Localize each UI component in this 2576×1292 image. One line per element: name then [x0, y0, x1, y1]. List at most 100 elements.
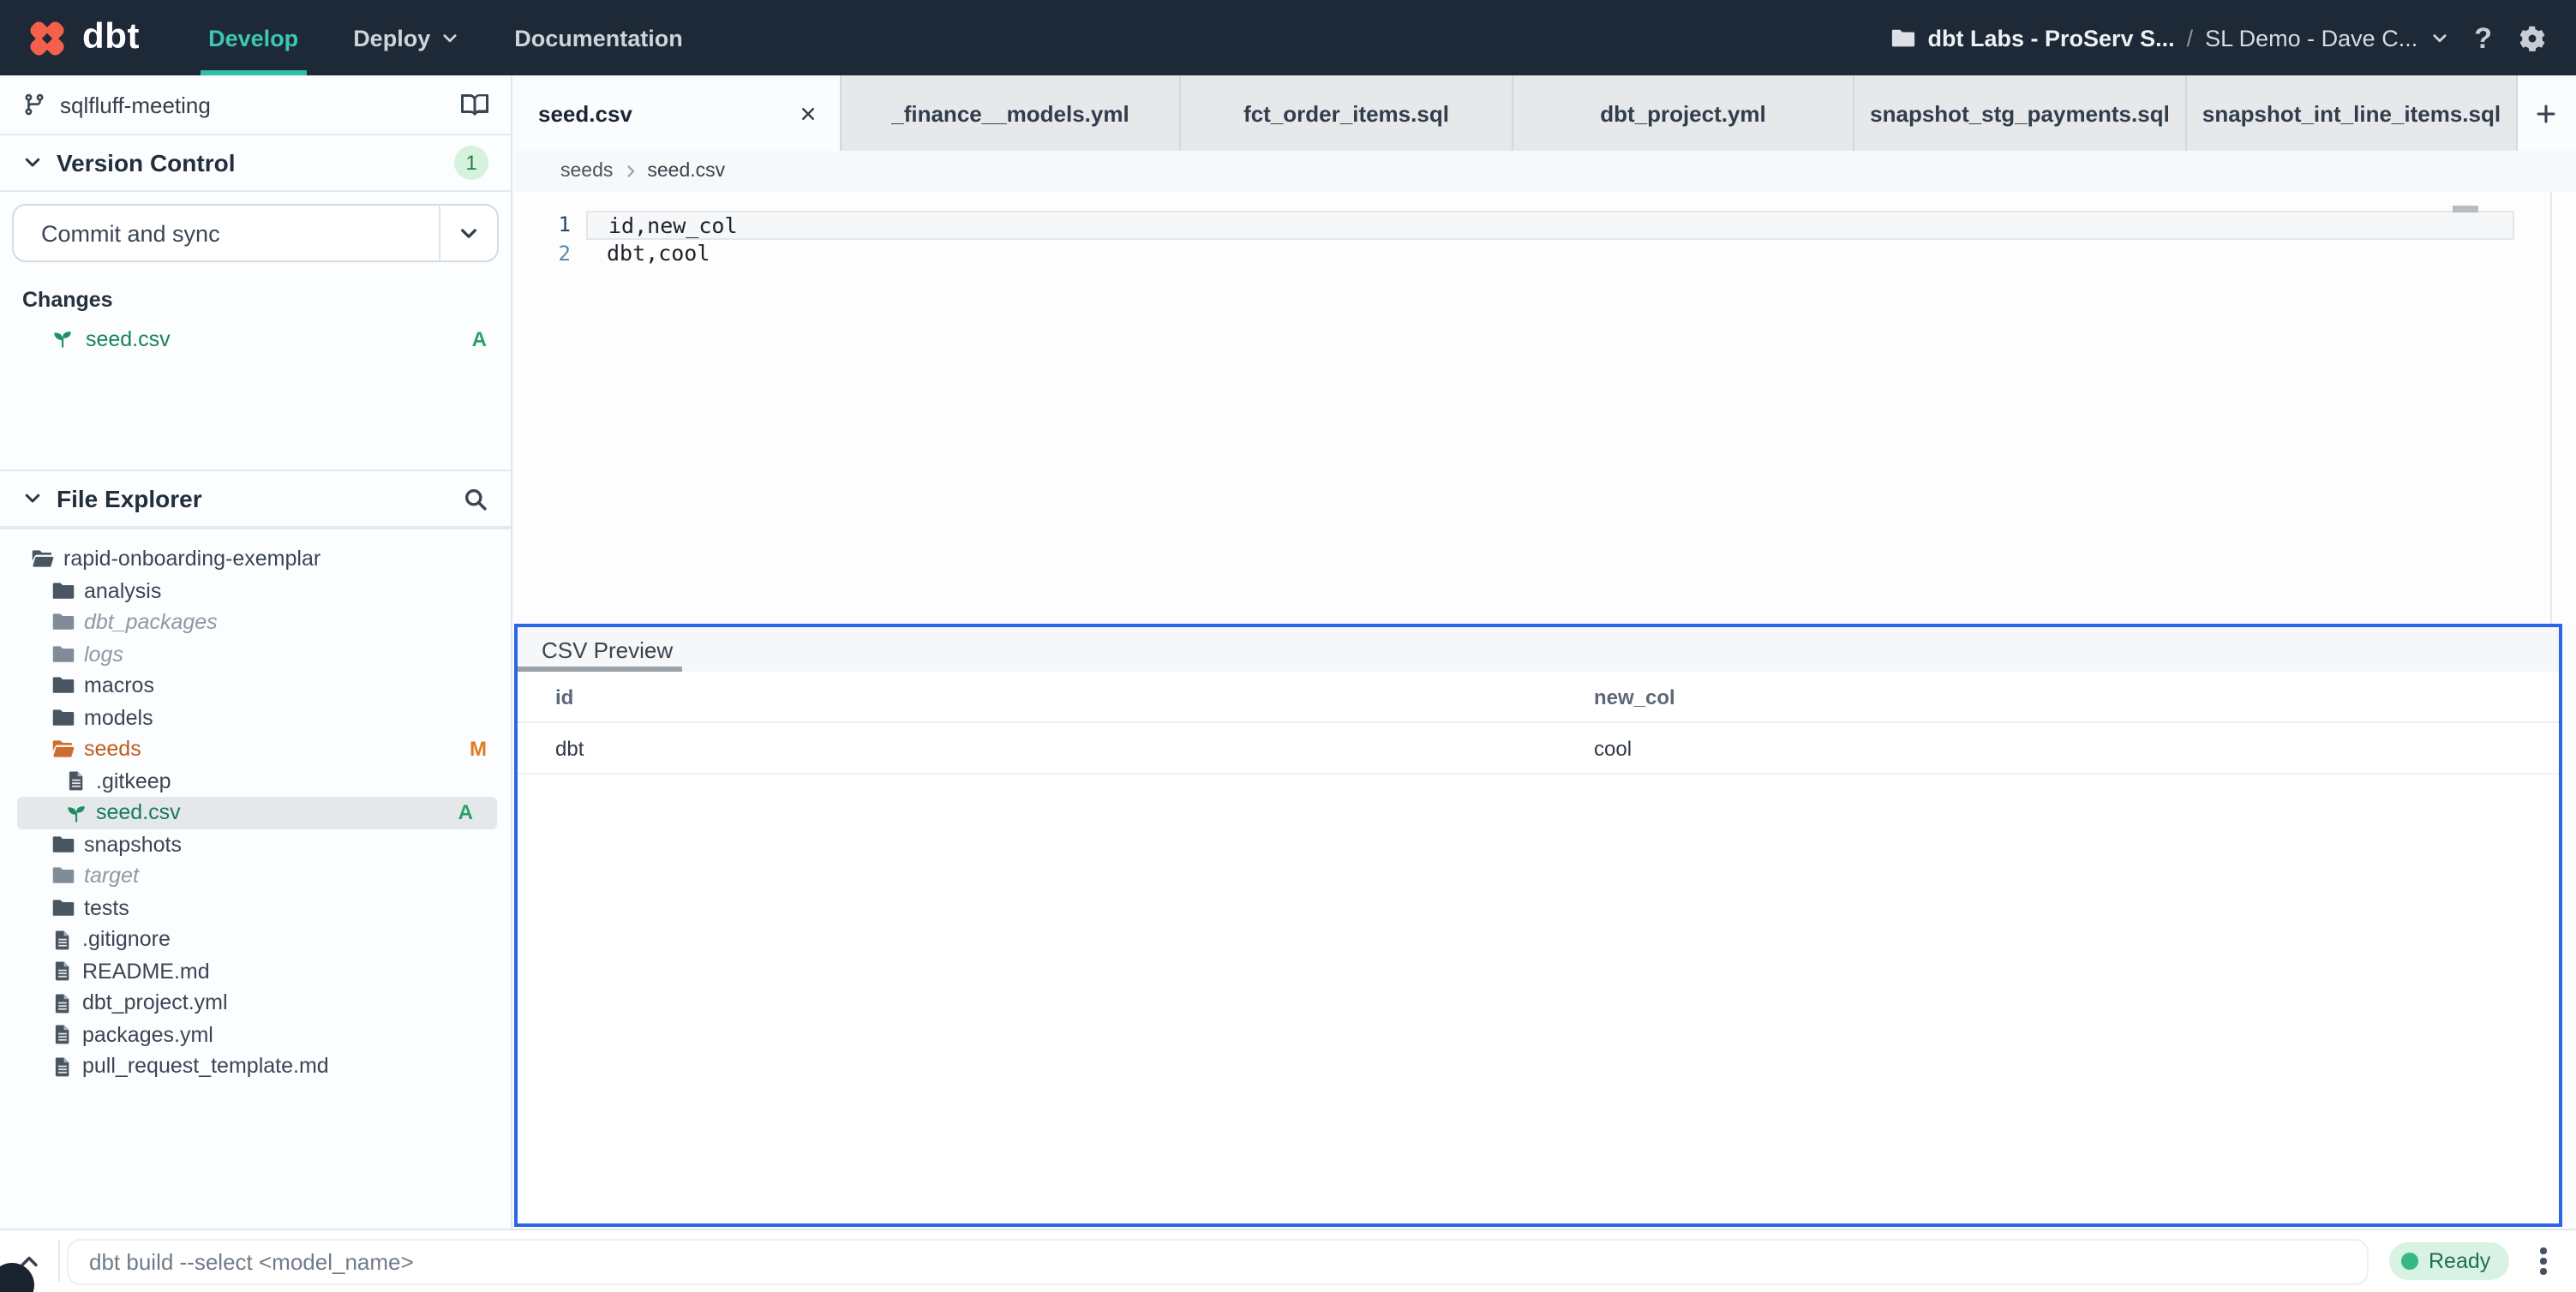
tab-label: fct_order_items.sql — [1243, 100, 1449, 126]
dbt-logo[interactable]: dbt — [0, 15, 157, 61]
file-tree: rapid-onboarding-exemplar analysis dbt_p… — [0, 528, 511, 1229]
commit-options-button[interactable] — [440, 206, 497, 260]
file-icon — [65, 770, 87, 793]
tree-item-label: models — [84, 705, 153, 730]
nav-develop[interactable]: Develop — [181, 0, 326, 75]
tree-item-logs[interactable]: logs — [0, 638, 511, 670]
breadcrumb-part: seed.csv — [647, 161, 726, 182]
tree-item-packages-yml[interactable]: packages.yml — [0, 1019, 511, 1050]
tree-item-analysis[interactable]: analysis — [0, 575, 511, 607]
tree-item-seeds[interactable]: seeds M — [0, 733, 511, 765]
file-explorer-title: File Explorer — [57, 485, 202, 512]
tab-dbt-project-yml[interactable]: dbt_project.yml — [1513, 75, 1854, 151]
line-number: 1 — [558, 212, 571, 236]
tree-item-snapshots[interactable]: snapshots — [0, 828, 511, 860]
tree-item-label: target — [84, 864, 139, 888]
tree-item-label: README.md — [82, 959, 210, 984]
tree-item-models[interactable]: models — [0, 702, 511, 733]
code-editor[interactable]: 1 id,new_col 2 dbt,cool — [514, 192, 2576, 624]
tree-item-label: .gitignore — [82, 927, 171, 952]
chevron-down-icon — [22, 488, 43, 509]
tree-item-seed-csv[interactable]: seed.csv A — [17, 797, 497, 828]
csv-preview-tab-label: CSV Preview — [542, 637, 674, 662]
tree-item-label: seed.csv — [96, 800, 181, 825]
status-dot — [2401, 1253, 2418, 1270]
changes-label: Changes — [22, 288, 113, 312]
git-status-added: A — [458, 800, 473, 825]
settings-button[interactable] — [2518, 23, 2547, 52]
folder-icon — [51, 833, 75, 857]
tree-item-label: dbt_project.yml — [82, 990, 228, 1015]
tree-item-rapid-onboarding-exemplar[interactable]: rapid-onboarding-exemplar — [0, 543, 511, 575]
changes-section: Changes seed.csv A — [0, 272, 511, 470]
folder-icon — [51, 579, 75, 603]
tree-item-readme[interactable]: README.md — [0, 955, 511, 987]
nav-develop-label: Develop — [208, 25, 299, 51]
tree-item-dbt-packages[interactable]: dbt_packages — [0, 607, 511, 638]
commit-split-button: Commit and sync — [12, 204, 499, 262]
close-icon — [799, 104, 818, 123]
tab-snapshot-stg-payments-sql[interactable]: snapshot_stg_payments.sql — [1854, 75, 2187, 151]
branch-selector[interactable]: sqlfluff-meeting — [0, 75, 511, 135]
chevron-down-icon — [2429, 28, 2448, 47]
topbar-right: dbt Labs - ProServ S... / SL Demo - Dave… — [1890, 23, 2576, 52]
folder-icon — [51, 674, 75, 698]
tree-item-macros[interactable]: macros — [0, 670, 511, 702]
tab-snapshot-int-line-items-sql[interactable]: snapshot_int_line_items.sql — [2187, 75, 2518, 151]
version-control-header[interactable]: Version Control 1 — [0, 135, 511, 192]
tree-item-label: pull_request_template.md — [82, 1054, 329, 1079]
tab-finance-models-yml[interactable]: _finance__models.yml — [842, 75, 1181, 151]
command-input[interactable] — [67, 1238, 2369, 1284]
tree-item-tests[interactable]: tests — [0, 892, 511, 924]
nav-documentation[interactable]: Documentation — [487, 0, 710, 75]
chevron-down-icon — [440, 28, 459, 47]
tree-item-target[interactable]: target — [0, 860, 511, 892]
tree-item-label: packages.yml — [82, 1022, 213, 1047]
plus-icon — [2535, 102, 2557, 124]
csv-preview-panel: CSV Preview id new_col dbt cool — [514, 624, 2562, 1227]
project-label: SL Demo - Dave C... — [2205, 25, 2418, 51]
tab-label: snapshot_stg_payments.sql — [1870, 100, 2170, 126]
nav-deploy-label: Deploy — [353, 25, 431, 51]
tree-item-dbt-project-yml[interactable]: dbt_project.yml — [0, 987, 511, 1019]
tree-item-pull-request-template[interactable]: pull_request_template.md — [0, 1050, 511, 1082]
kebab-menu-button[interactable] — [2526, 1247, 2561, 1275]
docs-book-button[interactable] — [461, 91, 488, 118]
tree-item-label: analysis — [84, 578, 162, 603]
dbt-cloud-ide: dbt Develop Deploy Documentation dbt Lab… — [0, 0, 2576, 1292]
divider — [58, 1241, 60, 1282]
tree-item-label: seeds — [84, 737, 141, 762]
csv-cell: cool — [1594, 736, 1632, 760]
folder-icon — [1890, 25, 1916, 51]
commit-and-sync-button[interactable]: Commit and sync — [14, 206, 440, 260]
changes-count-badge: 1 — [454, 146, 488, 180]
tree-item-gitkeep[interactable]: .gitkeep — [0, 765, 511, 797]
dbt-logo-icon — [24, 15, 70, 61]
dbt-logo-text: dbt — [82, 17, 141, 57]
close-tab-button[interactable] — [799, 104, 818, 123]
changed-file-row[interactable]: seed.csv A — [0, 322, 511, 355]
gear-icon — [2518, 23, 2547, 52]
help-button[interactable]: ? — [2474, 23, 2492, 52]
csv-cell: dbt — [555, 736, 584, 760]
csv-preview-tab[interactable]: CSV Preview — [518, 627, 697, 672]
file-explorer-header[interactable]: File Explorer — [0, 470, 511, 528]
line-number: 2 — [558, 241, 571, 265]
editor-tab-bar: seed.csv _finance__models.yml fct_order_… — [514, 75, 2576, 151]
file-search-button[interactable] — [463, 486, 488, 511]
nav-deploy[interactable]: Deploy — [326, 0, 487, 75]
git-status-modified: M — [470, 737, 487, 762]
file-icon — [51, 1024, 74, 1046]
tab-seed-csv[interactable]: seed.csv — [514, 75, 842, 151]
file-icon — [51, 929, 74, 951]
tab-fct-order-items-sql[interactable]: fct_order_items.sql — [1181, 75, 1513, 151]
main-nav: Develop Deploy Documentation — [181, 0, 710, 75]
file-icon — [51, 992, 74, 1014]
new-tab-button[interactable] — [2518, 75, 2574, 151]
account-project-selector[interactable]: dbt Labs - ProServ S... / SL Demo - Dave… — [1890, 25, 2449, 51]
tree-item-gitignore[interactable]: .gitignore — [0, 924, 511, 955]
account-label: dbt Labs - ProServ S... — [1927, 25, 2175, 51]
csv-column-header-id: id — [555, 685, 574, 709]
command-bar: Ready — [0, 1229, 2576, 1292]
tab-label: snapshot_int_line_items.sql — [2202, 100, 2501, 126]
